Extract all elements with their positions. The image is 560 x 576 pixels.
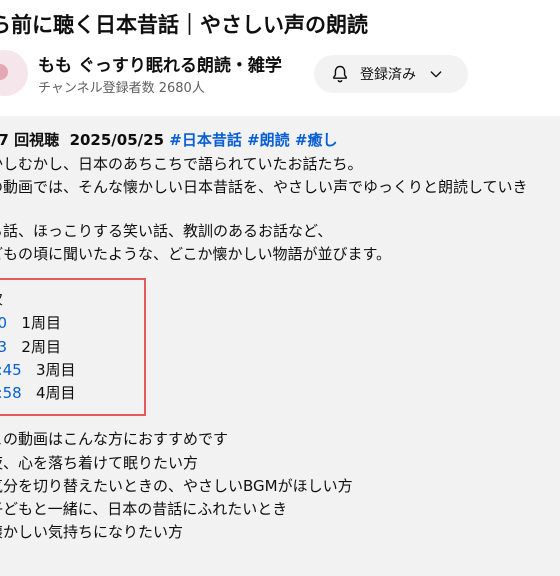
avatar-image <box>0 64 8 80</box>
description-line: かしむかし、日本のあちこちで語られていたお話たち。 <box>0 155 363 173</box>
description-line: ち話、ほっこりする笑い話、教訓のあるお話など、 <box>0 222 333 240</box>
subscribed-button[interactable]: 登録済み <box>314 55 468 93</box>
publish-date: 2025/05/25 <box>69 131 165 149</box>
description-meta: 97 回視聴 2025/05/25 #日本昔話 #朗読 #癒し <box>0 129 337 151</box>
recommend-heading: この動画はこんな方におすすめです <box>0 430 229 448</box>
chapter-label: 3周目 <box>36 361 76 379</box>
subscriber-count: チャンネル登録者数 2680人 <box>38 81 205 96</box>
chapter-item: 33 2周目 <box>0 336 61 358</box>
chapter-timestamp[interactable]: 00 <box>0 314 7 332</box>
recommend-item: 懐かしい気持ちになりたい方 <box>0 523 184 541</box>
hashtag-link[interactable]: #癒し <box>295 131 338 149</box>
chapter-item: 00 1周目 <box>0 312 61 334</box>
chevron-down-icon <box>430 71 442 78</box>
chapter-item: 7:58 4周目 <box>0 382 76 404</box>
chapter-label: 4周目 <box>36 384 76 402</box>
chapters-heading: 次 <box>0 288 3 310</box>
description-line: の動画では、そんな懐かしい日本昔話を、やさしい声でゆっくりと朗読していき <box>0 178 528 196</box>
video-title: ら前に聴く日本昔話｜やさしい声の朗読 <box>0 13 368 37</box>
view-count: 97 回視聴 <box>0 131 60 149</box>
channel-avatar[interactable] <box>0 50 28 96</box>
bell-icon <box>333 65 347 83</box>
description-line: どもの頃に聞いたような、どこか懐かしい物語が並びます。 <box>0 245 392 263</box>
chapter-timestamp[interactable]: 3:45 <box>0 361 22 379</box>
chapter-label: 1周目 <box>21 314 61 332</box>
channel-name[interactable]: もも ぐっすり眠れる朗読・雑学 <box>38 54 282 78</box>
subscribed-label: 登録済み <box>360 67 416 83</box>
chapter-label: 2周目 <box>21 338 61 356</box>
chapter-timestamp[interactable]: 33 <box>0 338 7 356</box>
recommend-item: 子どもと一緒に、日本の昔話にふれたいとき <box>0 500 288 518</box>
recommend-item: 夜、心を落ち着けて眠りたい方 <box>0 454 199 472</box>
chapter-timestamp[interactable]: 7:58 <box>0 384 22 402</box>
chapter-item: 3:45 3周目 <box>0 359 76 381</box>
hashtag-link[interactable]: #朗読 <box>247 131 290 149</box>
hashtag-link[interactable]: #日本昔話 <box>169 131 242 149</box>
recommend-item: 気分を切り替えたいときの、やさしいBGMがほしい方 <box>0 477 353 495</box>
